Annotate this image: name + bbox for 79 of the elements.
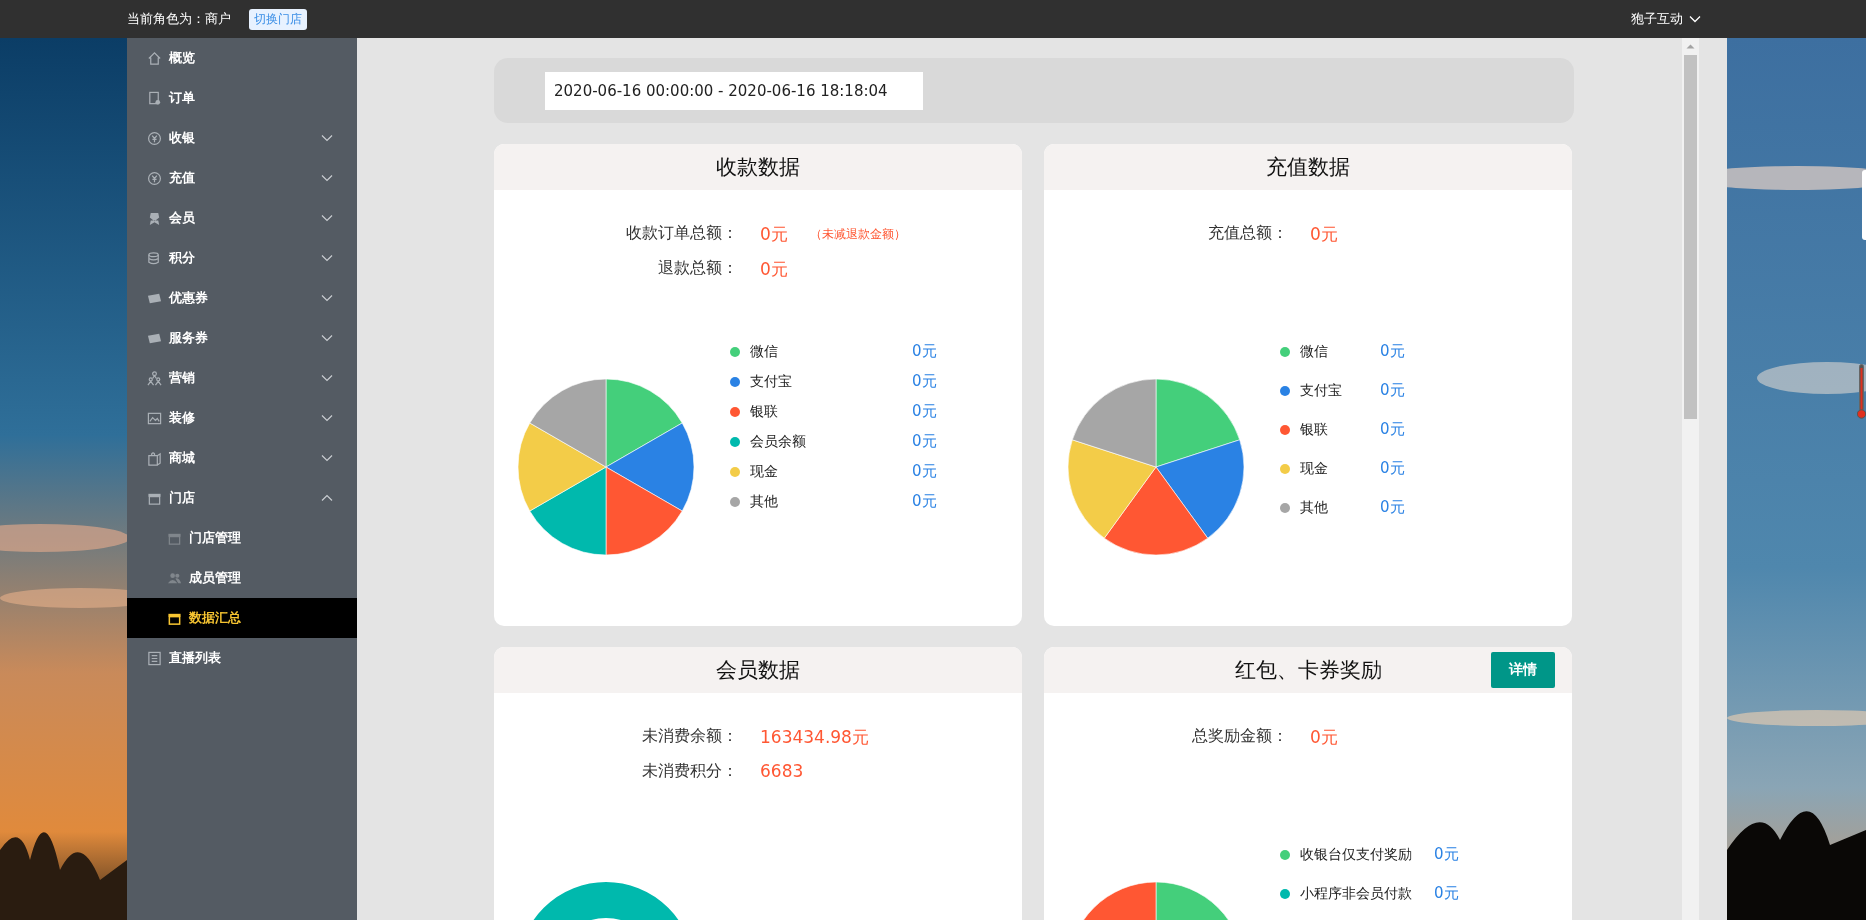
- scrollbar[interactable]: [1682, 38, 1699, 920]
- scrollbar-thumb[interactable]: [1684, 55, 1697, 419]
- legend-value: 0元: [1380, 381, 1405, 400]
- bag-icon: [147, 450, 162, 466]
- legend-value: 0元: [912, 432, 937, 451]
- account-menu[interactable]: 狍子互动: [1631, 10, 1725, 28]
- coin-icon: [147, 170, 162, 186]
- stat-label: 充值总额：: [1207, 223, 1288, 244]
- image-icon: [147, 410, 162, 426]
- legend-label: 支付宝: [750, 372, 793, 391]
- legend-value: 0元: [912, 462, 937, 481]
- side-tab[interactable]: [1862, 170, 1866, 240]
- legend-label: 其他: [750, 492, 779, 511]
- legend-label: 现金: [1300, 459, 1329, 478]
- stat-value: 163434.98元: [760, 726, 869, 749]
- legend-label: 微信: [750, 342, 779, 361]
- badge-icon: [147, 210, 162, 226]
- role-text: 当前角色为：商户: [127, 10, 231, 28]
- legend-value: 0元: [1380, 459, 1405, 478]
- legend-label: 其他: [1300, 498, 1329, 517]
- legend-label: 小程序非会员付款: [1300, 884, 1412, 903]
- sidebar-item[interactable]: 门店: [127, 478, 357, 518]
- stat-note: （未减退款金额）: [809, 226, 906, 243]
- coin-icon: [147, 130, 162, 146]
- sidebar-item[interactable]: 成员管理: [127, 558, 357, 598]
- sidebar-item[interactable]: 积分: [127, 238, 357, 278]
- scroll-up-arrow-icon: [1686, 44, 1695, 49]
- stat-label: 总奖励金额：: [1191, 726, 1288, 747]
- stat-label: 未消费积分：: [641, 761, 738, 782]
- legend-label: 银联: [1300, 420, 1329, 439]
- sidebar-item[interactable]: 收银: [127, 118, 357, 158]
- stat-value: 6683: [760, 761, 805, 782]
- stat-value: 0元: [760, 223, 788, 246]
- sidebar-item[interactable]: 服务券: [127, 318, 357, 358]
- sidebar-item[interactable]: 门店管理: [127, 518, 357, 558]
- sidebar-item[interactable]: 充值: [127, 158, 357, 198]
- panel-title: 红包、卡券奖励: [1234, 657, 1382, 684]
- legend-value: 0元: [1434, 884, 1459, 903]
- sidebar-item[interactable]: 概览: [127, 38, 357, 78]
- sidebar-item[interactable]: 营销: [127, 358, 357, 398]
- stat-label: 退款总额：: [657, 258, 738, 279]
- stat-value: 0元: [760, 258, 788, 281]
- people-icon: [147, 370, 162, 386]
- legend-label: 会员余额: [750, 432, 807, 451]
- legend-value: 0元: [912, 342, 937, 361]
- sidebar-item[interactable]: 会员: [127, 198, 357, 238]
- home-icon: [147, 50, 162, 66]
- stat-label: 收款订单总额：: [625, 223, 738, 244]
- sidebar-item[interactable]: 装修: [127, 398, 357, 438]
- legend-label: 收银台仅支付奖励: [1300, 845, 1412, 864]
- panel-title: 充值数据: [1266, 154, 1350, 181]
- legend-label: 微信: [1300, 342, 1329, 361]
- legend-label: 银联: [750, 402, 779, 421]
- legend-value: 0元: [912, 402, 937, 421]
- legend-value: 0元: [1380, 420, 1405, 439]
- legend-value: 0元: [912, 372, 937, 391]
- date-range-field[interactable]: 2020-06-16 00:00:00 - 2020-06-16 18:18:04: [545, 71, 923, 110]
- sidebar-item[interactable]: 优惠券: [127, 278, 357, 318]
- sidebar-item[interactable]: 数据汇总: [127, 598, 357, 638]
- stat-value: 0元: [1310, 726, 1338, 749]
- legend-value: 0元: [1380, 498, 1405, 517]
- sidebar-item[interactable]: 订单: [127, 78, 357, 118]
- sidebar-item[interactable]: 直播列表: [127, 638, 357, 678]
- legend-label: 现金: [750, 462, 779, 481]
- panel-title: 收款数据: [716, 154, 800, 181]
- list-icon: [147, 650, 162, 666]
- database-icon: [147, 250, 162, 266]
- stat-label: 未消费余额：: [641, 726, 738, 747]
- legend-value: 0元: [1434, 845, 1459, 864]
- panel-title: 会员数据: [716, 657, 800, 684]
- document-icon: [147, 90, 162, 106]
- chevron-down-icon: [1689, 15, 1701, 23]
- stat-value: 0元: [1310, 223, 1338, 246]
- details-button[interactable]: 详情: [1491, 652, 1555, 688]
- people-icon: [167, 570, 182, 586]
- legend-label: 支付宝: [1300, 381, 1343, 400]
- sidebar-item[interactable]: 商城: [127, 438, 357, 478]
- legend-value: 0元: [912, 492, 937, 511]
- legend-value: 0元: [1380, 342, 1405, 361]
